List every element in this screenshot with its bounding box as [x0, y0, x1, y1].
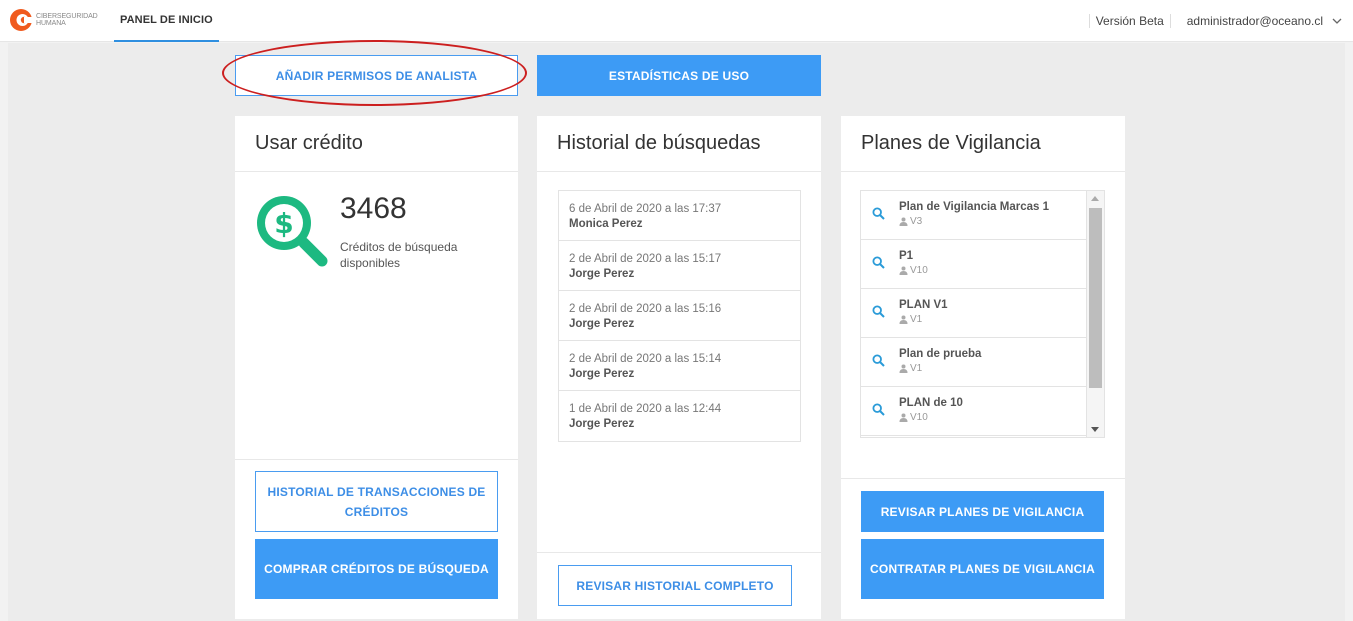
top-bar: CIBERSEGURIDAD HUMANA PANEL DE INICIO Ve… — [0, 0, 1353, 42]
plan-code: V10 — [899, 265, 928, 276]
list-item[interactable]: PLAN de 10 V10 — [861, 387, 1086, 436]
credit-description: Créditos de búsqueda disponibles — [340, 240, 458, 270]
plan-code: V1 — [899, 314, 922, 325]
divider — [235, 171, 518, 172]
person-icon — [899, 315, 908, 324]
plan-code-label: V10 — [910, 412, 928, 423]
plan-code-label: V1 — [910, 314, 923, 325]
plan-code: V3 — [899, 216, 922, 227]
list-item[interactable]: 2 de Abril de 2020 a las 15:17 Jorge Per… — [559, 241, 800, 291]
review-plans-button[interactable]: REVISAR PLANES DE VIGILANCIA — [861, 491, 1104, 532]
person-icon — [899, 364, 908, 373]
chevron-down-icon[interactable] — [1331, 15, 1343, 27]
history-user: Jorge Perez — [569, 418, 635, 430]
search-history-list: 6 de Abril de 2020 a las 17:37 Monica Pe… — [558, 190, 801, 442]
list-item[interactable]: 1 de Abril de 2020 a las 12:44 Jorge Per… — [559, 391, 800, 441]
history-date: 6 de Abril de 2020 a las 17:37 — [569, 203, 722, 215]
list-item[interactable]: 6 de Abril de 2020 a las 17:37 Monica Pe… — [559, 191, 800, 241]
plan-code-label: V10 — [910, 265, 928, 276]
full-history-button[interactable]: REVISAR HISTORIAL COMPLETO — [558, 565, 792, 606]
history-user: Jorge Perez — [569, 318, 635, 330]
plan-code-label: V3 — [910, 216, 923, 227]
plan-code: V1 — [899, 363, 922, 374]
brand-name: CIBERSEGURIDAD HUMANA — [36, 13, 98, 27]
plans-scrollbar[interactable] — [1086, 191, 1104, 437]
plans-list[interactable]: Plan de Vigilancia Marcas 1 V3 P1 V10 PL… — [860, 190, 1105, 438]
list-item[interactable]: 2 de Abril de 2020 a las 15:16 Jorge Per… — [559, 291, 800, 341]
brand-line-1: CIBERSEGURIDAD — [36, 13, 98, 20]
credit-card: Usar crédito $ 3468 Créditos de búsqueda… — [235, 116, 518, 619]
person-icon — [899, 217, 908, 226]
history-user: Monica Perez — [569, 218, 643, 230]
search-icon — [872, 354, 885, 367]
user-email[interactable]: administrador@oceano.cl — [1171, 14, 1329, 28]
plan-code-label: V1 — [910, 363, 923, 374]
version-label: Versión Beta — [1095, 14, 1164, 28]
history-date: 2 de Abril de 2020 a las 15:17 — [569, 253, 722, 265]
scroll-down-arrow-icon[interactable] — [1091, 427, 1099, 432]
divider — [235, 459, 518, 460]
search-icon — [872, 305, 885, 318]
svg-text:$: $ — [274, 207, 293, 240]
plan-name: P1 — [899, 250, 914, 262]
person-icon — [899, 413, 908, 422]
brand-line-2: HUMANA — [36, 20, 66, 27]
hire-plans-button[interactable]: CONTRATAR PLANES DE VIGILANCIA — [861, 539, 1104, 599]
list-item[interactable]: P1 V10 — [861, 240, 1086, 289]
scroll-up-arrow-icon[interactable] — [1091, 196, 1099, 201]
divider — [841, 171, 1125, 172]
person-icon — [899, 266, 908, 275]
history-date: 1 de Abril de 2020 a las 12:44 — [569, 403, 722, 415]
list-item[interactable]: PLAN V1 V1 — [861, 289, 1086, 338]
card-title: Planes de Vigilancia — [861, 132, 1041, 154]
search-icon — [872, 256, 885, 269]
add-analyst-permissions-button[interactable]: AÑADIR PERMISOS DE ANALISTA — [235, 55, 518, 96]
surveillance-plans-card: Planes de Vigilancia Plan de Vigilancia … — [841, 116, 1125, 619]
card-title: Historial de búsquedas — [557, 132, 761, 154]
buy-credits-button[interactable]: COMPRAR CRÉDITOS DE BÚSQUEDA — [255, 539, 498, 599]
plan-name: Plan de prueba — [899, 348, 982, 360]
ciberseguridad-logo-icon — [10, 9, 33, 31]
card-title: Usar crédito — [255, 132, 363, 154]
credit-amount: 3468 — [340, 192, 407, 225]
history-date: 2 de Abril de 2020 a las 15:16 — [569, 303, 722, 315]
search-icon — [872, 403, 885, 416]
scroll-thumb[interactable] — [1089, 208, 1102, 388]
dollar-magnifier-icon: $ — [257, 196, 328, 267]
list-item[interactable]: Plan de Vigilancia Marcas 1 V3 — [861, 191, 1086, 240]
plan-name: PLAN de 10 — [899, 397, 963, 409]
credit-transactions-history-button[interactable]: HISTORIAL DE TRANSACCIONES DE CRÉDITOS — [255, 471, 498, 532]
nav-tab-panel-inicio[interactable]: PANEL DE INICIO — [114, 0, 219, 42]
history-date: 2 de Abril de 2020 a las 15:14 — [569, 353, 722, 365]
divider — [537, 552, 821, 553]
list-item[interactable]: 2 de Abril de 2020 a las 15:14 Jorge Per… — [559, 341, 800, 391]
search-history-card: Historial de búsquedas 6 de Abril de 202… — [537, 116, 821, 619]
plan-name: Plan de Vigilancia Marcas 1 — [899, 201, 1049, 213]
brand-logo[interactable]: CIBERSEGURIDAD HUMANA — [9, 8, 98, 32]
divider — [841, 478, 1125, 479]
list-item[interactable]: Plan de prueba V1 — [861, 338, 1086, 387]
user-area: Versión Beta administrador@oceano.cl — [1088, 0, 1343, 42]
history-user: Jorge Perez — [569, 268, 635, 280]
plan-code: V10 — [899, 412, 928, 423]
usage-statistics-button[interactable]: ESTADÍSTICAS DE USO — [537, 55, 821, 96]
divider — [537, 171, 821, 172]
plan-name: PLAN V1 — [899, 299, 948, 311]
history-user: Jorge Perez — [569, 368, 635, 380]
search-icon — [872, 207, 885, 220]
